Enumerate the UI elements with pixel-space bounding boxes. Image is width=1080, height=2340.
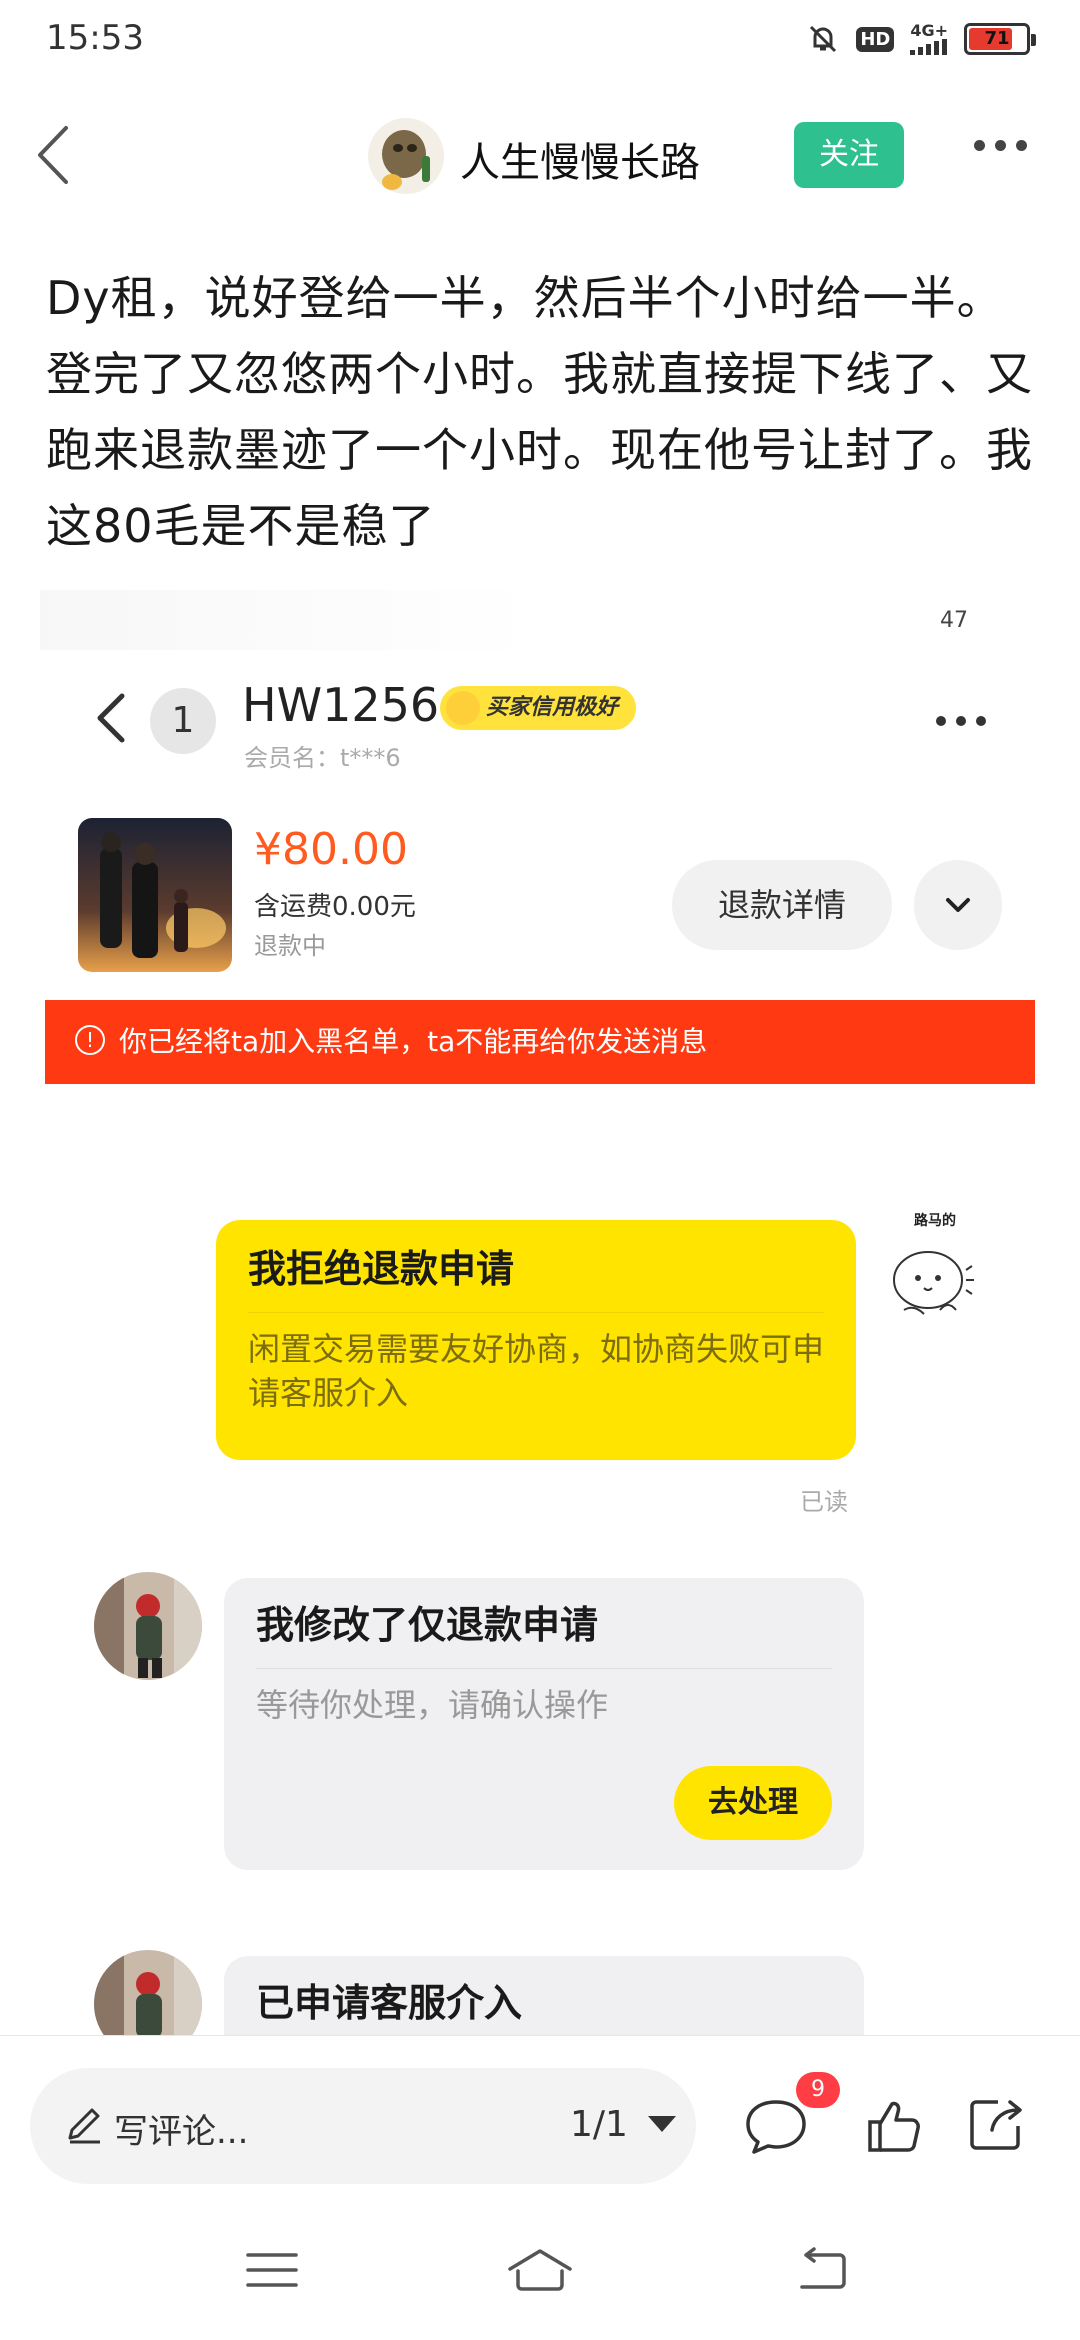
image-number: 47	[940, 608, 968, 633]
post-body-text: Dy租，说好登给一半，然后半个小时给一半。登完了又忽悠两个小时。我就直接提下线了…	[46, 271, 1033, 553]
status-icons: HD 4G+ 71	[806, 22, 1036, 56]
credit-badge-label: 买家信用极好	[486, 695, 619, 720]
back-nav-icon[interactable]	[790, 2245, 850, 2295]
message-title: 我修改了仅退款申请	[256, 1603, 599, 1647]
comment-count-badge: 9	[796, 2072, 840, 2108]
battery-icon: 71	[964, 23, 1036, 55]
sticker-text: 路马的	[914, 1213, 956, 1229]
handle-button: 去处理	[674, 1766, 832, 1840]
chat-username: HW1256	[242, 678, 440, 732]
page-indicator[interactable]: 1/1	[570, 2104, 628, 2145]
read-receipt: 已读	[800, 1488, 848, 1516]
message-subtitle: 等待你处理，请确认操作	[256, 1686, 609, 1724]
network-indicator: 4G+	[910, 23, 948, 55]
chat-more-icon	[936, 716, 986, 726]
share-icon[interactable]	[968, 2096, 1026, 2152]
unread-count: 1	[150, 688, 216, 754]
refund-detail-button: 退款详情	[672, 860, 892, 950]
post-header: 人生慢慢长路 关注	[0, 100, 1080, 210]
customer-service-message: 已申请客服介入	[224, 1956, 864, 2035]
signal-icon	[910, 39, 948, 55]
order-card: ¥80.00 含运费0.00元 退款中 退款详情	[0, 810, 1080, 972]
back-icon[interactable]	[28, 120, 78, 190]
notification-off-icon	[810, 25, 837, 53]
comment-placeholder: 写评论...	[114, 2112, 249, 2152]
smile-emoji-icon	[446, 691, 480, 725]
menu-icon[interactable]	[242, 2245, 302, 2295]
hd-badge: HD	[856, 26, 895, 52]
follow-button[interactable]: 关注	[794, 122, 904, 188]
status-bar: 15:53 HD 4G+ 71	[0, 0, 1080, 84]
caret-down-icon[interactable]	[648, 2116, 676, 2132]
home-icon[interactable]	[504, 2245, 576, 2295]
comment-icon[interactable]	[742, 2096, 810, 2156]
post-image[interactable]: 47 1 HW1256 买家信用极好 会员名：t***6 ¥80.00 含运费0…	[0, 580, 1080, 2035]
network-type: 4G+	[910, 21, 948, 40]
author-name[interactable]: 人生慢慢长路	[460, 130, 700, 188]
pen-icon	[68, 2108, 100, 2144]
image-overlap-ghost	[40, 590, 540, 650]
sticker-avatar: 路马的	[880, 1210, 990, 1340]
message-subtitle: 闲置交易需要友好协商，如协商失败可申请客服介入	[248, 1330, 825, 1412]
status-time: 15:53	[46, 18, 144, 58]
order-status: 退款中	[254, 932, 326, 960]
warning-icon: !	[75, 1025, 105, 1055]
order-price: ¥80.00	[254, 824, 408, 875]
more-options-icon[interactable]	[974, 140, 1027, 151]
message-title: 我拒绝退款申请	[248, 1247, 515, 1291]
battery-level: 71	[984, 28, 1010, 49]
comment-input[interactable]: 写评论... 1/1	[30, 2068, 696, 2184]
peer-avatar	[94, 1950, 202, 2035]
thumbs-up-icon[interactable]	[866, 2096, 922, 2156]
order-shipping: 含运费0.00元	[254, 892, 416, 922]
chat-header: 1 HW1256 买家信用极好 会员名：t***6	[0, 660, 1080, 810]
chevron-down-icon	[946, 898, 970, 912]
member-name: 会员名：t***6	[244, 744, 401, 772]
expand-button	[914, 860, 1002, 950]
credit-badge: 买家信用极好	[440, 686, 637, 730]
message-title: 已申请客服介入	[256, 1981, 523, 2025]
bottom-action-bar: 写评论... 1/1 9	[0, 2035, 1080, 2195]
blacklist-banner: ! 你已经将ta加入黑名单，ta不能再给你发送消息	[45, 1000, 1035, 1084]
game-thumbnail	[78, 818, 232, 972]
refund-rejected-message: 我拒绝退款申请 闲置交易需要友好协商，如协商失败可申请客服介入	[216, 1220, 856, 1460]
refund-modified-message: 我修改了仅退款申请 等待你处理，请确认操作 去处理	[224, 1578, 864, 1870]
chat-back-icon	[97, 693, 125, 743]
author-avatar[interactable]	[368, 118, 444, 194]
system-nav-bar	[0, 2195, 1080, 2340]
blacklist-text: 你已经将ta加入黑名单，ta不能再给你发送消息	[119, 1025, 708, 1058]
peer-avatar	[94, 1572, 202, 1680]
